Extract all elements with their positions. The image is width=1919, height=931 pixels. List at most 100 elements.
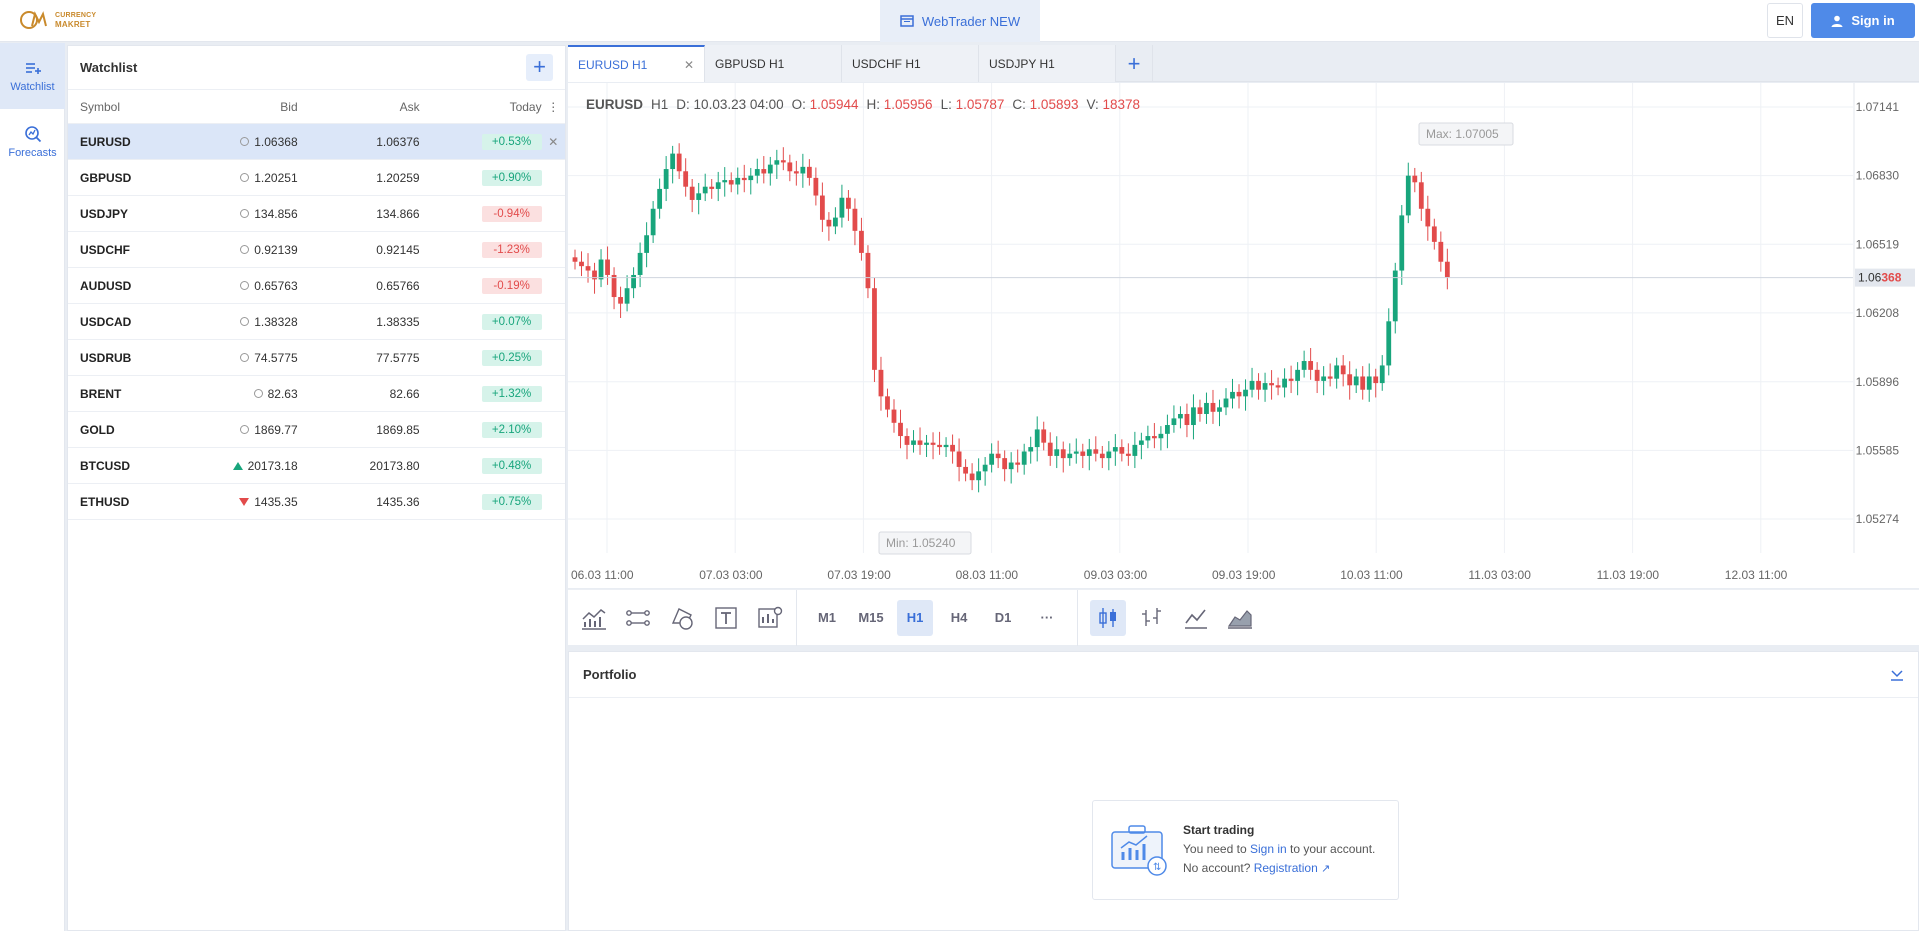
logo-line2: MAKRET <box>55 20 91 29</box>
line-chart-icon <box>1185 609 1207 629</box>
x-tick-label: 08.03 11:00 <box>956 568 1019 582</box>
candle-body <box>748 175 754 181</box>
chart-settings-button[interactable] <box>752 600 788 636</box>
x-tick-label: 06.03 11:00 <box>571 568 634 582</box>
candle-body <box>911 440 916 445</box>
area-chart-button[interactable] <box>1222 600 1258 636</box>
table-row[interactable]: BTCUSD 20173.18 20173.80 +0.48% <box>68 448 565 484</box>
indicators-icon <box>582 608 606 630</box>
y-tick-label: 1.06208 <box>1856 306 1900 320</box>
row-today: -1.23% <box>420 241 542 258</box>
text-tool-button[interactable] <box>708 600 744 636</box>
tab-gbpusd-h1[interactable]: GBPUSD H1 <box>705 45 842 82</box>
sign-in-button[interactable]: Sign in <box>1811 3 1915 38</box>
line-chart-button[interactable] <box>1178 600 1214 636</box>
registration-link[interactable]: Registration <box>1254 861 1318 875</box>
window-icon <box>900 15 914 27</box>
table-row[interactable]: EURUSD 1.06368 1.06376 +0.53% ✕ <box>68 124 565 160</box>
add-tab-button[interactable]: + <box>1116 45 1153 82</box>
table-row[interactable]: GBPUSD 1.20251 1.20259 +0.90% <box>68 160 565 196</box>
col-bid[interactable]: Bid <box>197 100 297 114</box>
tab-usdchf-h1[interactable]: USDCHF H1 <box>842 45 979 82</box>
line-tool-button[interactable] <box>620 600 656 636</box>
tab-eurusd-h1[interactable]: EURUSD H1 ✕ <box>568 45 705 82</box>
table-row[interactable]: GOLD 1869.77 1869.85 +2.10% <box>68 412 565 448</box>
table-row[interactable]: ETHUSD 1435.35 1435.36 +0.75% <box>68 484 565 520</box>
candle-body <box>1236 391 1242 397</box>
more-timeframes-button[interactable]: ··· <box>1029 600 1065 636</box>
row-bid: 1435.35 <box>197 495 298 509</box>
ohlc-v-value: 18378 <box>1102 97 1141 112</box>
logo[interactable]: CURRENCY MAKRET <box>20 8 96 32</box>
candle-body <box>683 171 689 187</box>
candle-body <box>1262 383 1268 390</box>
portfolio-title: Portfolio <box>583 667 637 682</box>
col-symbol[interactable]: Symbol <box>80 100 197 114</box>
candle-body <box>767 164 773 174</box>
candle-body <box>917 440 923 445</box>
tf-m1-button[interactable]: M1 <box>809 600 845 636</box>
price-chart[interactable]: 1.07141 1.06830 1.06519 1.06208 1.05896 1.055… <box>568 83 1919 588</box>
candles-button[interactable] <box>1090 599 1126 636</box>
bars-button[interactable] <box>1134 600 1170 636</box>
candle-body <box>956 451 962 467</box>
candle-body <box>1086 449 1092 456</box>
candle-body <box>735 177 741 185</box>
candle-body <box>1054 449 1060 456</box>
nav-item-watchlist[interactable]: Watchlist <box>0 43 65 109</box>
candle-body <box>1269 383 1274 386</box>
more-vertical-icon[interactable]: ⋮ <box>542 100 565 114</box>
x-tick-label: 09.03 03:00 <box>1084 568 1148 582</box>
candle-body <box>1080 451 1086 456</box>
language-button[interactable]: EN <box>1767 3 1803 38</box>
indicators-button[interactable] <box>576 600 612 636</box>
chart-settings-icon <box>758 606 783 628</box>
candle-body <box>1197 407 1203 414</box>
y-tick-label: 1.05274 <box>1856 512 1900 526</box>
row-bid: 1.20251 <box>197 171 298 185</box>
candle-body <box>1327 376 1333 379</box>
row-symbol: USDRUB <box>80 350 132 365</box>
candle-body <box>872 288 877 370</box>
candle-body <box>1028 447 1034 452</box>
add-symbol-button[interactable]: + <box>526 54 553 81</box>
tf-h1-button[interactable]: H1 <box>897 599 933 636</box>
candle-body <box>1249 380 1255 390</box>
table-row[interactable]: USDJPY 134.856 134.866 -0.94% <box>68 196 565 232</box>
col-ask[interactable]: Ask <box>298 100 420 114</box>
chart-area[interactable]: 1.07141 1.06830 1.06519 1.06208 1.05896 1.055… <box>568 83 1919 588</box>
table-row[interactable]: USDCAD 1.38328 1.38335 +0.07% <box>68 304 565 340</box>
nav-label-forecasts: Forecasts <box>8 147 57 159</box>
col-today[interactable]: Today <box>420 100 542 114</box>
candle-body <box>1223 398 1229 408</box>
collapse-icon[interactable] <box>1890 668 1904 682</box>
row-bid: 1869.77 <box>197 423 298 437</box>
candle-body <box>878 369 884 397</box>
row-bid-value: 20173.18 <box>247 458 298 473</box>
remove-row-icon[interactable]: ✕ <box>542 135 565 149</box>
candle-body <box>611 274 617 298</box>
candle-body <box>865 252 871 289</box>
tf-d1-button[interactable]: D1 <box>985 600 1021 636</box>
candle-body <box>1425 208 1431 227</box>
signin-link[interactable]: Sign in <box>1250 842 1287 856</box>
table-row[interactable]: USDRUB 74.5775 77.5775 +0.25% <box>68 340 565 376</box>
table-row[interactable]: USDCHF 0.92139 0.92145 -1.23% <box>68 232 565 268</box>
logo-line1: CURRENCY <box>55 12 97 19</box>
table-row[interactable]: AUDUSD 0.65763 0.65766 -0.19% <box>68 268 565 304</box>
y-tick-label: 1.05896 <box>1856 375 1900 389</box>
tf-h4-button[interactable]: H4 <box>941 600 977 636</box>
candle-body <box>1151 436 1157 439</box>
table-row[interactable]: BRENT 82.63 82.66 +1.32% <box>68 376 565 412</box>
webtrader-link[interactable]: WebTrader NEW <box>880 0 1040 42</box>
nav-item-forecasts[interactable]: Forecasts <box>0 109 65 175</box>
line-tool-icon <box>626 609 650 626</box>
candle-body <box>787 162 793 172</box>
shapes-button[interactable] <box>664 600 700 636</box>
tab-usdjpy-h1[interactable]: USDJPY H1 <box>979 45 1116 82</box>
candle-body <box>754 169 760 176</box>
candles-icon <box>1099 607 1116 628</box>
tf-m15-button[interactable]: M15 <box>853 600 889 636</box>
close-icon[interactable]: ✕ <box>684 58 694 72</box>
row-today: -0.94% <box>420 205 542 222</box>
